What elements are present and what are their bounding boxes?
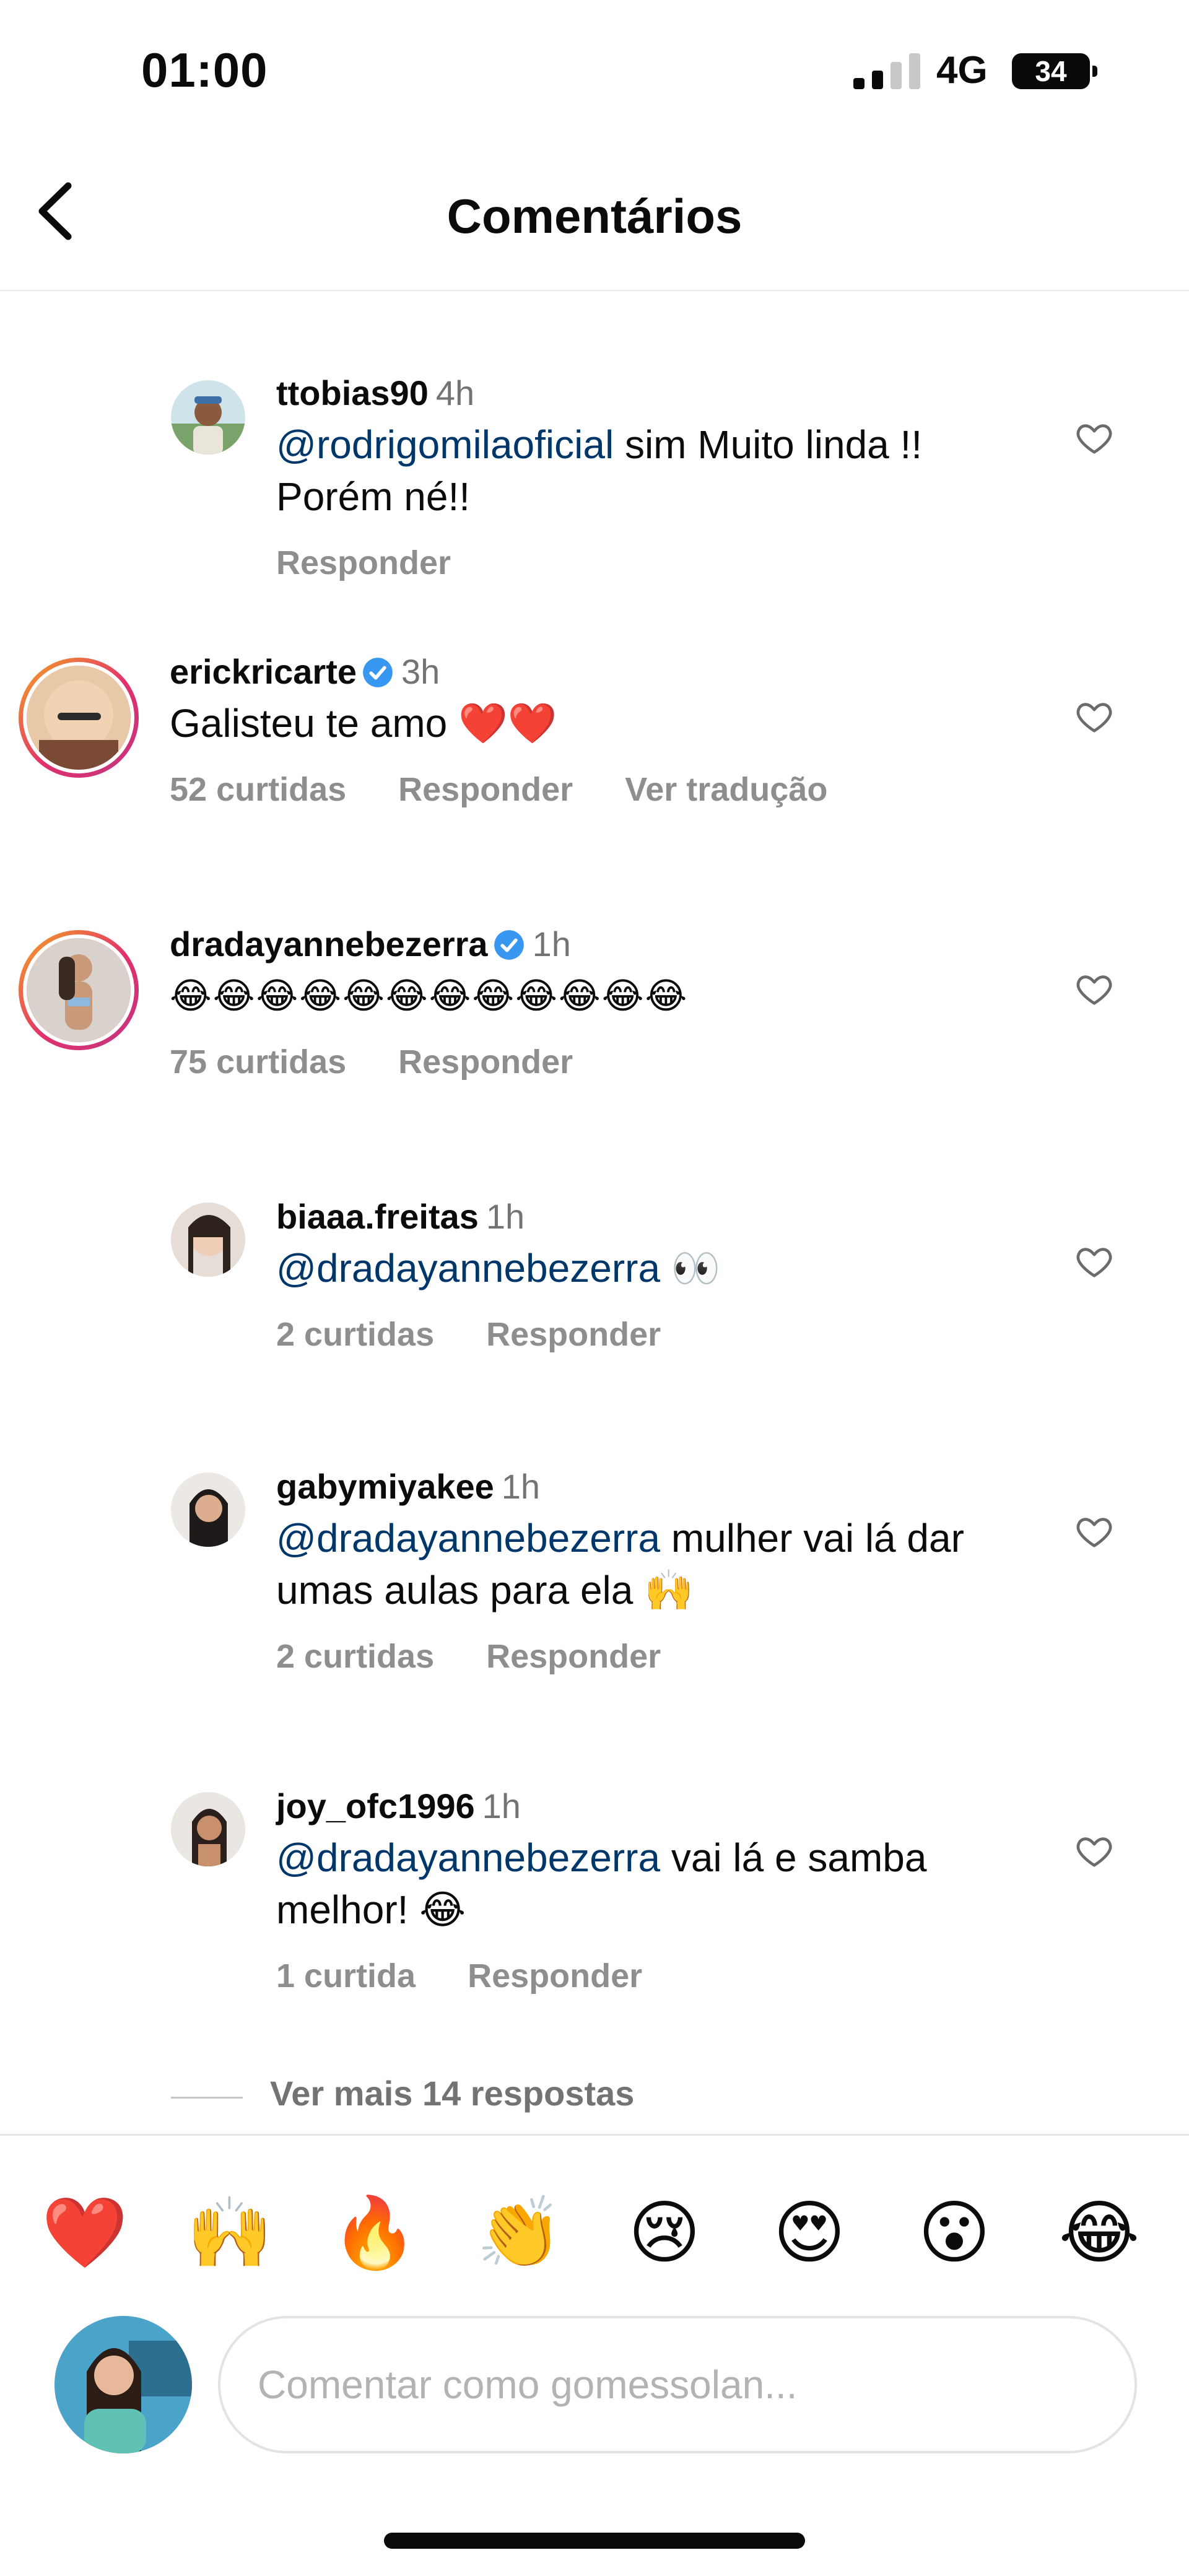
comment-username[interactable]: joy_ofc1996: [276, 1786, 475, 1825]
heart-outline-icon[interactable]: [1075, 1512, 1113, 1551]
reply-button[interactable]: Responder: [486, 1638, 661, 1675]
comment-body: ttobias90 4h @rodrigomilaoficial sim Muit…: [276, 372, 1044, 582]
likes-count[interactable]: 75 curtidas: [170, 1043, 346, 1081]
comment-time: 1h: [486, 1197, 525, 1236]
mention-link[interactable]: @dradayannebezerra: [276, 1516, 660, 1560]
reaction-crying-emoji[interactable]: 😢: [618, 2187, 711, 2279]
comment-actions: 2 curtidas Responder: [276, 1315, 1044, 1354]
page-title: Comentários: [446, 189, 743, 243]
comment-body: erickricarte 3h Galisteu te amo ❤️❤️ 52 c…: [170, 650, 1037, 809]
comment-time: 1h: [501, 1467, 541, 1506]
heart-outline-icon[interactable]: [1075, 1832, 1113, 1870]
heart-outline-icon[interactable]: [1075, 419, 1113, 457]
comment-composer: [0, 2304, 1189, 2477]
comment-actions: 2 curtidas Responder: [276, 1637, 1044, 1676]
comment-time: 4h: [435, 373, 475, 412]
comment-body: dradayannebezerra 1h 😂😂😂😂😂😂😂😂😂😂😂😂 75 curt…: [170, 923, 1037, 1081]
comment-time: 1h: [482, 1786, 521, 1825]
reaction-raised-hands-emoji[interactable]: 🙌: [183, 2187, 276, 2279]
comment-text: 😂😂😂😂😂😂😂😂😂😂😂😂: [170, 975, 689, 1017]
avatar[interactable]: [171, 1473, 245, 1547]
reply-button[interactable]: Responder: [468, 1957, 642, 1995]
battery-icon: 34: [1012, 53, 1090, 89]
likes-count[interactable]: 2 curtidas: [276, 1316, 434, 1353]
mention-link[interactable]: @rodrigomilaoficial: [276, 422, 614, 467]
replies-divider-line: [171, 2097, 243, 2099]
reply-button[interactable]: Responder: [486, 1316, 661, 1353]
home-indicator[interactable]: [384, 2533, 805, 2549]
comment-username[interactable]: dradayannebezerra: [170, 925, 488, 964]
view-more-replies-label[interactable]: Ver mais 14 respostas: [270, 2073, 634, 2113]
comment-body: gabymiyakee 1h @dradayannebezerra mulher …: [276, 1465, 1044, 1676]
comment-actions: 52 curtidas Responder Ver tradução: [170, 770, 1037, 809]
verified-badge-icon: [494, 930, 524, 960]
reaction-laughing-emoji[interactable]: 😂: [1053, 2187, 1146, 2279]
status-time: 01:00: [141, 43, 268, 97]
likes-count[interactable]: 1 curtida: [276, 1957, 416, 1995]
comment-time: 3h: [401, 652, 440, 691]
comment-actions: 75 curtidas Responder: [170, 1043, 1037, 1081]
reaction-fire-emoji[interactable]: 🔥: [328, 2187, 421, 2279]
my-avatar[interactable]: [54, 2316, 192, 2453]
status-bar: 01:00 4G 34: [0, 0, 1189, 142]
view-more-replies[interactable]: Ver mais 14 respostas: [0, 2069, 1189, 2124]
comment-text: @dradayannebezerra vai lá e samba melhor…: [276, 1835, 927, 1932]
nav-bar: Comentários: [0, 142, 1189, 291]
likes-count[interactable]: 2 curtidas: [276, 1638, 434, 1675]
comment-text: @rodrigomilaoficial sim Muito linda !! P…: [276, 422, 923, 519]
translate-button[interactable]: Ver tradução: [625, 771, 827, 808]
comment-text: @dradayannebezerra mulher vai lá dar uma…: [276, 1516, 964, 1612]
comment-text: @dradayannebezerra 👀: [276, 1246, 721, 1290]
signal-icon: [853, 53, 920, 89]
comment-username[interactable]: biaaa.freitas: [276, 1197, 479, 1236]
reaction-clapping-emoji[interactable]: 👏: [473, 2187, 566, 2279]
quick-reactions-bar: ❤️ 🙌 🔥 👏 😢 😍 😮 😂: [0, 2134, 1189, 2320]
avatar-story-ring[interactable]: [19, 658, 139, 778]
avatar[interactable]: [171, 1792, 245, 1866]
likes-count[interactable]: 52 curtidas: [170, 771, 346, 808]
heart-outline-icon[interactable]: [1075, 1242, 1113, 1281]
avatar-story-ring[interactable]: [19, 930, 139, 1050]
comment-username[interactable]: gabymiyakee: [276, 1467, 494, 1506]
comment-input[interactable]: [218, 2316, 1137, 2453]
comment-actions: Responder: [276, 544, 1044, 582]
verified-badge-icon: [363, 658, 393, 687]
network-type: 4G: [936, 49, 988, 92]
mention-link[interactable]: @dradayannebezerra: [276, 1246, 660, 1290]
comment-time: 1h: [532, 925, 571, 964]
mention-link[interactable]: @dradayannebezerra: [276, 1835, 660, 1880]
reaction-heart-emoji[interactable]: ❤️: [38, 2187, 131, 2279]
heart-outline-icon[interactable]: [1075, 697, 1113, 736]
comment-body: joy_ofc1996 1h @dradayannebezerra vai lá …: [276, 1785, 1044, 1995]
avatar[interactable]: [171, 380, 245, 455]
comment-body: biaaa.freitas 1h @dradayannebezerra 👀 2 c…: [276, 1195, 1044, 1354]
reply-button[interactable]: Responder: [398, 771, 573, 808]
heart-outline-icon[interactable]: [1075, 970, 1113, 1008]
avatar[interactable]: [171, 1203, 245, 1277]
battery-tip: [1092, 66, 1097, 77]
comment-text: Galisteu te amo ❤️❤️: [170, 701, 557, 746]
reply-button[interactable]: Responder: [276, 544, 451, 581]
comment-username[interactable]: ttobias90: [276, 373, 429, 412]
comment-actions: 1 curtida Responder: [276, 1957, 1044, 1995]
reaction-surprised-emoji[interactable]: 😮: [908, 2187, 1001, 2279]
comment-username[interactable]: erickricarte: [170, 652, 357, 691]
reply-button[interactable]: Responder: [398, 1043, 573, 1081]
reaction-heart-eyes-emoji[interactable]: 😍: [763, 2187, 856, 2279]
comments-list[interactable]: ttobias90 4h @rodrigomilaoficial sim Muit…: [0, 291, 1189, 2124]
